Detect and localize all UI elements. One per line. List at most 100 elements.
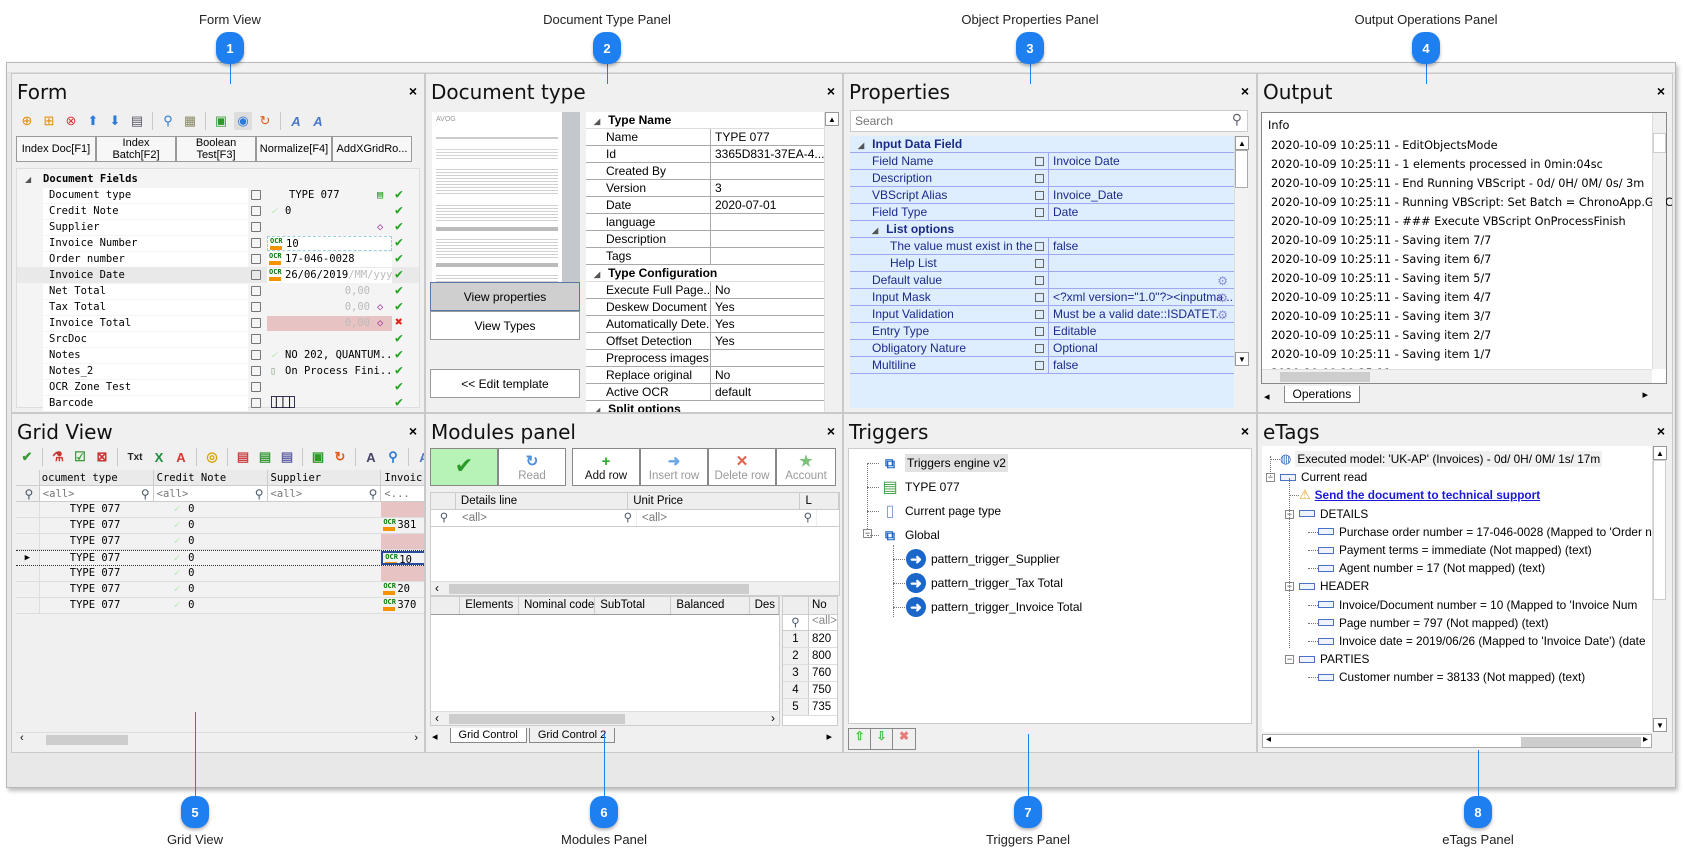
tree-item[interactable]: ▤ TYPE 077 bbox=[879, 477, 959, 497]
tree-item[interactable]: Purchase order number = 17-046-0028 (Map… bbox=[1318, 523, 1652, 541]
column-header[interactable]: Unit Price bbox=[628, 493, 801, 509]
property-subcategory[interactable]: ◢ List options bbox=[850, 221, 1234, 238]
property-row[interactable]: Obligatory Nature Optional bbox=[850, 340, 1234, 357]
font-add-icon[interactable]: A bbox=[309, 112, 327, 130]
property-row[interactable]: Active OCR default bbox=[586, 384, 826, 401]
table-row[interactable]: TYPE 077 ✓ 0 bbox=[16, 566, 424, 582]
close-icon[interactable]: × bbox=[1657, 83, 1665, 99]
form-field-row[interactable]: Document type TYPE 077 ▤ ✔ bbox=[17, 187, 419, 203]
field-value[interactable] bbox=[267, 332, 392, 347]
scroll-down-icon[interactable]: ▼ bbox=[1653, 718, 1667, 732]
tab-scroll-left-icon[interactable]: ◂ bbox=[432, 730, 438, 743]
scroll-thumb[interactable] bbox=[449, 584, 749, 594]
property-category[interactable]: ◢ Input Data Field bbox=[850, 136, 1234, 153]
collapse-icon[interactable]: ◢ bbox=[594, 270, 600, 279]
scroll-up-icon[interactable]: ▲ bbox=[1235, 136, 1249, 150]
collapse-icon[interactable]: ◢ bbox=[594, 406, 600, 412]
edit-icon[interactable] bbox=[1035, 340, 1049, 356]
property-row[interactable]: Name TYPE 077 bbox=[586, 129, 826, 146]
gear-icon[interactable]: ⚙ bbox=[1217, 273, 1228, 288]
table-row[interactable]: 2 800 bbox=[783, 648, 837, 665]
edit-icon[interactable] bbox=[1035, 289, 1049, 305]
edit-icon[interactable] bbox=[1035, 323, 1049, 339]
edit-icon[interactable] bbox=[251, 398, 261, 408]
search-box[interactable]: ⚲ bbox=[850, 110, 1248, 132]
scroll-up-icon[interactable]: ▲ bbox=[825, 112, 839, 126]
column-header[interactable]: Nominal code bbox=[519, 597, 596, 614]
search-input[interactable] bbox=[851, 111, 1211, 131]
edit-icon[interactable] bbox=[251, 318, 261, 328]
property-value[interactable]: Editable bbox=[1049, 323, 1234, 339]
add-table-field-icon[interactable]: ⊞ bbox=[40, 112, 58, 130]
module-button-delete-row[interactable]: ✕ Delete row bbox=[708, 448, 776, 486]
module-button-insert-row[interactable]: ➜ Insert row bbox=[640, 448, 708, 486]
form-field-row[interactable]: Tax Total 0,00 ◇ ✔ bbox=[17, 299, 419, 315]
property-value[interactable]: false bbox=[1049, 357, 1234, 373]
column-header[interactable]: Balanced bbox=[671, 597, 750, 614]
collapse-icon[interactable]: ◢ bbox=[872, 226, 878, 235]
tree-item[interactable]: Payment terms = immediate (Not mapped) (… bbox=[1318, 541, 1592, 559]
move-down-icon[interactable]: ⬇ bbox=[106, 112, 124, 130]
edit-icon[interactable] bbox=[1035, 170, 1049, 186]
field-value[interactable]: TYPE 077 bbox=[267, 188, 392, 203]
horizontal-scrollbar[interactable]: ◂ ▸ bbox=[1262, 734, 1652, 748]
scroll-thumb[interactable] bbox=[1235, 150, 1248, 188]
close-icon[interactable]: × bbox=[827, 83, 835, 99]
edit-icon[interactable] bbox=[1035, 204, 1049, 220]
gear-icon[interactable]: ⚙ bbox=[1217, 290, 1228, 305]
edit-icon[interactable] bbox=[251, 270, 261, 280]
column-header[interactable]: Elements bbox=[460, 597, 519, 614]
edit-icon[interactable] bbox=[251, 286, 261, 296]
horizontal-scrollbar[interactable]: ‹ › bbox=[16, 732, 422, 746]
tab-scroll-right-icon[interactable]: ▸ bbox=[1642, 388, 1648, 401]
filter-cell[interactable]: <all> ⚲ bbox=[40, 486, 154, 501]
close-icon[interactable]: × bbox=[409, 83, 417, 99]
field-value[interactable] bbox=[267, 380, 392, 395]
tree-item[interactable]: DETAILS bbox=[1299, 505, 1368, 523]
edit-icon[interactable] bbox=[1035, 255, 1049, 271]
edit-icon[interactable] bbox=[251, 222, 261, 232]
property-row[interactable]: Id 3365D831-37EA-4... bbox=[586, 146, 826, 163]
tree-item[interactable]: ◍ Executed model: 'UK-AP' (Invoices) - 0d… bbox=[1280, 450, 1603, 468]
edit-icon[interactable] bbox=[251, 190, 261, 200]
form-field-row[interactable]: Order number OCR 17-046-0028 ✔ bbox=[17, 251, 419, 267]
edit-template-button[interactable]: << Edit template bbox=[430, 369, 580, 398]
property-row[interactable]: Preprocess images bbox=[586, 350, 826, 367]
scroll-down-icon[interactable]: ▼ bbox=[1235, 352, 1249, 366]
tree-item[interactable]: Current read bbox=[1280, 468, 1367, 486]
property-value[interactable]: Must be a valid date::ISDATET... ⚙ bbox=[1049, 306, 1234, 322]
refresh-icon[interactable]: ↻ bbox=[331, 448, 349, 466]
tree-item[interactable]: Invoice/Document number = 10 (Mapped to … bbox=[1318, 596, 1637, 614]
scroll-thumb[interactable] bbox=[46, 735, 128, 745]
property-row[interactable]: Automatically Dete... Yes bbox=[586, 316, 826, 333]
horizontal-scrollbar[interactable] bbox=[1262, 369, 1652, 383]
edit-icon[interactable] bbox=[251, 238, 261, 248]
property-value[interactable]: Invoice_Date bbox=[1049, 187, 1234, 203]
check-doc-icon[interactable]: ☑ bbox=[71, 448, 89, 466]
report-red-icon[interactable]: ▤ bbox=[234, 448, 252, 466]
field-value[interactable]: 0,00 bbox=[267, 315, 392, 331]
pdf-export-icon[interactable]: A bbox=[172, 448, 190, 466]
tree-item[interactable]: ⧉ Global bbox=[879, 525, 940, 545]
column-header[interactable]: Invoic bbox=[381, 470, 424, 485]
property-value[interactable]: Invoice Date bbox=[1049, 153, 1234, 169]
gear-icon[interactable]: ⚙ bbox=[1217, 307, 1228, 322]
edit-icon[interactable] bbox=[251, 382, 261, 392]
document-thumbnail[interactable]: AVOG bbox=[432, 112, 580, 289]
form-action-button[interactable]: Index Batch[F2] bbox=[96, 136, 176, 162]
column-header[interactable]: L bbox=[800, 493, 839, 509]
clear-filter-icon[interactable]: ⚗ bbox=[49, 448, 67, 466]
excel-export-icon[interactable]: X bbox=[150, 448, 168, 466]
report-green-icon[interactable]: ▤ bbox=[256, 448, 274, 466]
property-row[interactable]: Default value ⚙ bbox=[850, 272, 1234, 289]
collapse-icon[interactable]: ◢ bbox=[594, 117, 600, 126]
close-icon[interactable]: × bbox=[827, 423, 835, 439]
property-row[interactable]: Entry Type Editable bbox=[850, 323, 1234, 340]
field-value[interactable]: OCR 17-046-0028 bbox=[267, 251, 392, 267]
edit-icon[interactable] bbox=[1035, 306, 1049, 322]
scroll-up-icon[interactable]: ▲ bbox=[1653, 446, 1667, 460]
column-header[interactable]: Supplier bbox=[268, 470, 382, 485]
tree-item[interactable]: Agent number = 17 (Not mapped) (text) bbox=[1318, 559, 1545, 577]
property-row[interactable]: Replace original No bbox=[586, 367, 826, 384]
vertical-scrollbar[interactable]: ▲ ▼ bbox=[1652, 446, 1667, 732]
